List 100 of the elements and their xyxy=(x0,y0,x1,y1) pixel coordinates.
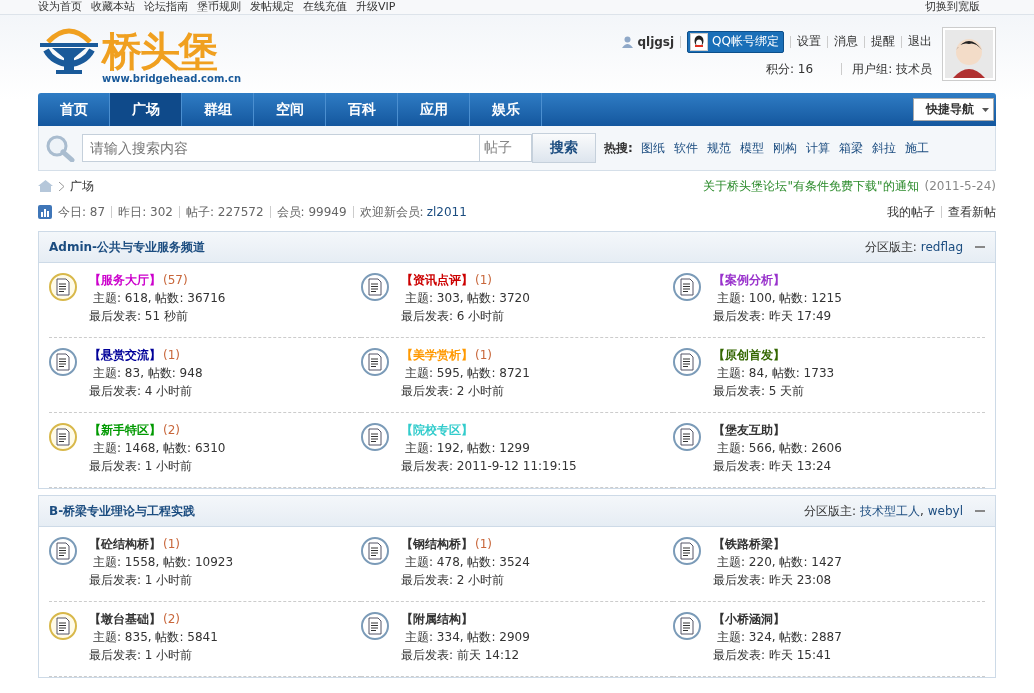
moderator-link[interactable]: 技术型工人 xyxy=(859,502,920,520)
section-title[interactable]: B-桥梁专业理论与工程实践 xyxy=(49,502,196,520)
collapse-icon[interactable] xyxy=(975,243,985,251)
forum-stats-text: 主题: 324, 帖数: 2887 xyxy=(716,629,842,646)
last-post-text: 最后发表: 6 小时前 xyxy=(401,308,506,325)
top-link[interactable]: 论坛指南 xyxy=(144,0,188,14)
user-icon xyxy=(622,35,634,48)
today-count: (1) xyxy=(475,272,492,289)
user-menu-link[interactable]: 设置 xyxy=(797,33,821,50)
forum-icon[interactable] xyxy=(49,348,77,376)
search-button[interactable]: 搜索 xyxy=(532,133,596,163)
quick-nav-button[interactable]: 快捷导航 xyxy=(913,98,994,121)
user-menu-link[interactable]: 退出 xyxy=(908,33,932,50)
forum-stats-text: 主题: 595, 帖数: 8721 xyxy=(404,365,530,382)
last-post-text: 最后发表: 昨天 15:41 xyxy=(713,647,833,664)
forum-name-link[interactable]: 【小桥涵洞】 xyxy=(713,610,785,628)
last-post-text: 最后发表: 1 小时前 xyxy=(89,647,194,664)
forum-icon[interactable] xyxy=(673,612,701,640)
top-link[interactable]: 设为首页 xyxy=(38,0,82,14)
new-member-link[interactable]: zl2011 xyxy=(426,205,467,219)
forum-icon[interactable] xyxy=(49,423,77,451)
hot-search-link[interactable]: 规范 xyxy=(706,139,731,157)
forum-icon[interactable] xyxy=(49,273,77,301)
hot-search-link[interactable]: 施工 xyxy=(904,139,929,157)
hot-search-link[interactable]: 模型 xyxy=(739,139,764,157)
username-link[interactable]: qljgsj xyxy=(637,34,675,49)
search-icon xyxy=(45,134,75,162)
bar-chart-icon xyxy=(38,205,52,219)
forum-icon[interactable] xyxy=(361,273,389,301)
notice-link[interactable]: 关于桥头堡论坛"有条件免费下载"的通知 xyxy=(703,177,919,195)
hot-search-link[interactable]: 斜拉 xyxy=(871,139,896,157)
top-link[interactable]: 收藏本站 xyxy=(91,0,135,14)
top-link[interactable]: 升级VIP xyxy=(356,0,396,14)
forum-name-link[interactable]: 【服务大厅】 xyxy=(89,271,161,289)
forum-icon[interactable] xyxy=(361,612,389,640)
forum-name-link[interactable]: 【原创首发】 xyxy=(713,346,785,364)
forum-icon[interactable] xyxy=(49,612,77,640)
hot-search-link[interactable]: 箱梁 xyxy=(838,139,863,157)
user-menu-link[interactable]: 消息 xyxy=(834,33,858,50)
avatar-icon[interactable] xyxy=(942,27,996,81)
forum-icon[interactable] xyxy=(361,537,389,565)
search-field[interactable]: 请输入搜索内容 xyxy=(82,134,480,162)
forum-name-link[interactable]: 【悬赏交流】 xyxy=(89,346,161,364)
forum-icon[interactable] xyxy=(361,423,389,451)
forum-name-link[interactable]: 【墩台基础】 xyxy=(89,610,161,628)
today-count: (2) xyxy=(163,422,180,439)
hot-search-link[interactable]: 软件 xyxy=(673,139,698,157)
today-count: (57) xyxy=(163,272,188,289)
forum-name-link[interactable]: 【铁路桥梁】 xyxy=(713,535,785,553)
site-logo-name: 桥头堡 xyxy=(102,29,218,73)
forum-stats-text: 主题: 1558, 帖数: 10923 xyxy=(92,554,234,571)
section-title[interactable]: Admin-公共与专业服务频道 xyxy=(49,238,206,256)
moderator-link[interactable]: redflag xyxy=(920,240,963,254)
last-post-text: 最后发表: 2011-9-12 11:19:15 xyxy=(401,458,577,475)
last-post-text: 最后发表: 1 小时前 xyxy=(89,572,194,589)
last-post-text: 最后发表: 昨天 17:49 xyxy=(713,308,833,325)
stat-text: 今日: 87 xyxy=(58,203,106,221)
forum-name-link[interactable]: 【案例分析】 xyxy=(713,271,785,289)
stats-link[interactable]: 我的帖子 xyxy=(887,203,935,221)
forum-stats-text: 主题: 1468, 帖数: 6310 xyxy=(92,440,226,457)
caret-icon xyxy=(982,107,989,112)
forum-name-link[interactable]: 【砼结构桥】 xyxy=(89,535,161,553)
forum-name-link[interactable]: 【新手特区】 xyxy=(89,421,161,439)
top-link[interactable]: 在线充值 xyxy=(303,0,347,14)
user-menu-link[interactable]: 提醒 xyxy=(871,33,895,50)
moderator-link[interactable]: webyl xyxy=(927,504,963,518)
top-link[interactable]: 堡币规则 xyxy=(197,0,241,14)
forum-stats-text: 主题: 303, 帖数: 3720 xyxy=(404,290,530,307)
forum-icon[interactable] xyxy=(361,348,389,376)
forum-name-link[interactable]: 【资讯点评】 xyxy=(401,271,473,289)
last-post-text: 最后发表: 2 小时前 xyxy=(401,572,506,589)
top-link[interactable]: 发帖规定 xyxy=(250,0,294,14)
stat-text: 会员: 99949 xyxy=(276,203,347,221)
stats-link[interactable]: 查看新帖 xyxy=(948,203,996,221)
hot-search-link[interactable]: 刚构 xyxy=(772,139,797,157)
breadcrumb-link[interactable]: 广场 xyxy=(70,177,94,195)
forum-icon[interactable] xyxy=(673,273,701,301)
hot-search-link[interactable]: 图纸 xyxy=(640,139,665,157)
comma-text: , xyxy=(919,504,924,518)
collapse-icon[interactable] xyxy=(975,507,985,515)
wide-layout-link[interactable]: 切换到宽版 xyxy=(925,0,980,14)
hot-search-link[interactable]: 计算 xyxy=(805,139,830,157)
nav-tab[interactable]: 广场 xyxy=(110,93,182,126)
forum-stats-text: 主题: 100, 帖数: 1215 xyxy=(716,290,842,307)
forum-stats-text: 主题: 83, 帖数: 948 xyxy=(92,365,203,382)
moderator-label: 分区版主: xyxy=(803,502,856,520)
last-post-text: 最后发表: 51 秒前 xyxy=(89,308,189,325)
qq-bind-button[interactable]: QQ帐号绑定 xyxy=(687,30,784,53)
forum-stats-text: 主题: 334, 帖数: 2909 xyxy=(404,629,530,646)
search-scope-select[interactable]: 帖子 xyxy=(480,134,532,162)
forum-icon[interactable] xyxy=(673,423,701,451)
points-text: 积分: 16 xyxy=(766,60,814,78)
forum-icon[interactable] xyxy=(673,348,701,376)
forum-name-link[interactable]: 【钢结构桥】 xyxy=(401,535,473,553)
forum-icon[interactable] xyxy=(673,537,701,565)
forum-icon[interactable] xyxy=(49,537,77,565)
forum-name-link[interactable]: 【附属结构】 xyxy=(401,610,473,628)
forum-stats-text: 主题: 220, 帖数: 1427 xyxy=(716,554,842,571)
chevron-icon xyxy=(59,181,64,191)
forum-name-link[interactable]: 【堡友互助】 xyxy=(713,421,785,439)
